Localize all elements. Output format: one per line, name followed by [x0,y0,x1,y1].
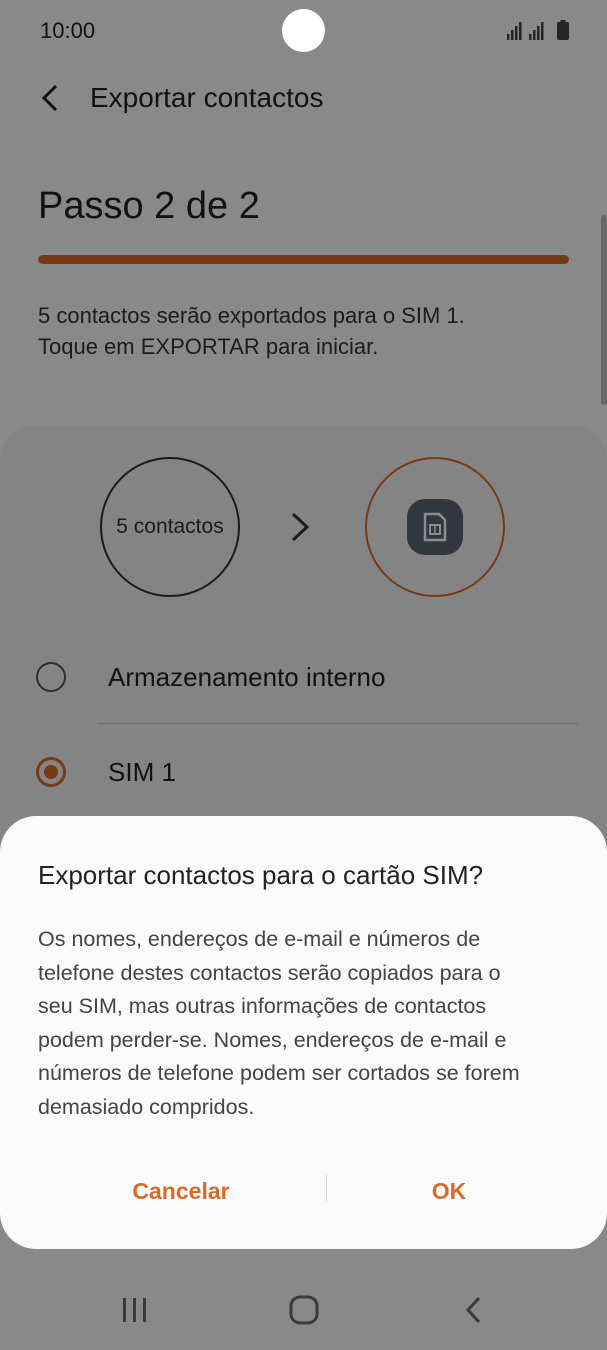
recents-button[interactable] [95,1270,175,1350]
front-camera [282,9,325,52]
cancel-button[interactable]: Cancelar [66,1166,296,1216]
home-button[interactable] [264,1270,344,1350]
ok-button[interactable]: OK [334,1166,564,1216]
recents-icon [123,1298,146,1322]
dialog-body-line: telefone destes contactos serão copiados… [38,960,501,985]
export-confirm-dialog: Exportar contactos para o cartão SIM? Os… [0,816,607,1249]
home-icon [289,1295,319,1325]
dialog-body-line: Os nomes, endereços de e-mail e números … [38,927,481,951]
dialog-body-line: podem perder-se. Nomes, endereços de e-m… [38,1027,507,1052]
back-icon [465,1296,481,1324]
nav-back-button[interactable] [434,1270,514,1350]
button-separator [326,1175,327,1201]
dialog-body-line: números de telefone podem ser cortados s… [38,1061,520,1085]
dialog-body: Os nomes, endereços de e-mail e números … [38,923,578,1124]
dialog-body-line: seu SIM, mas outras informações de conta… [38,994,487,1018]
dialog-title: Exportar contactos para o cartão SIM? [38,860,484,890]
dialog-body-line: demasiado compridos. [38,1094,255,1119]
navigation-bar [0,1270,607,1350]
